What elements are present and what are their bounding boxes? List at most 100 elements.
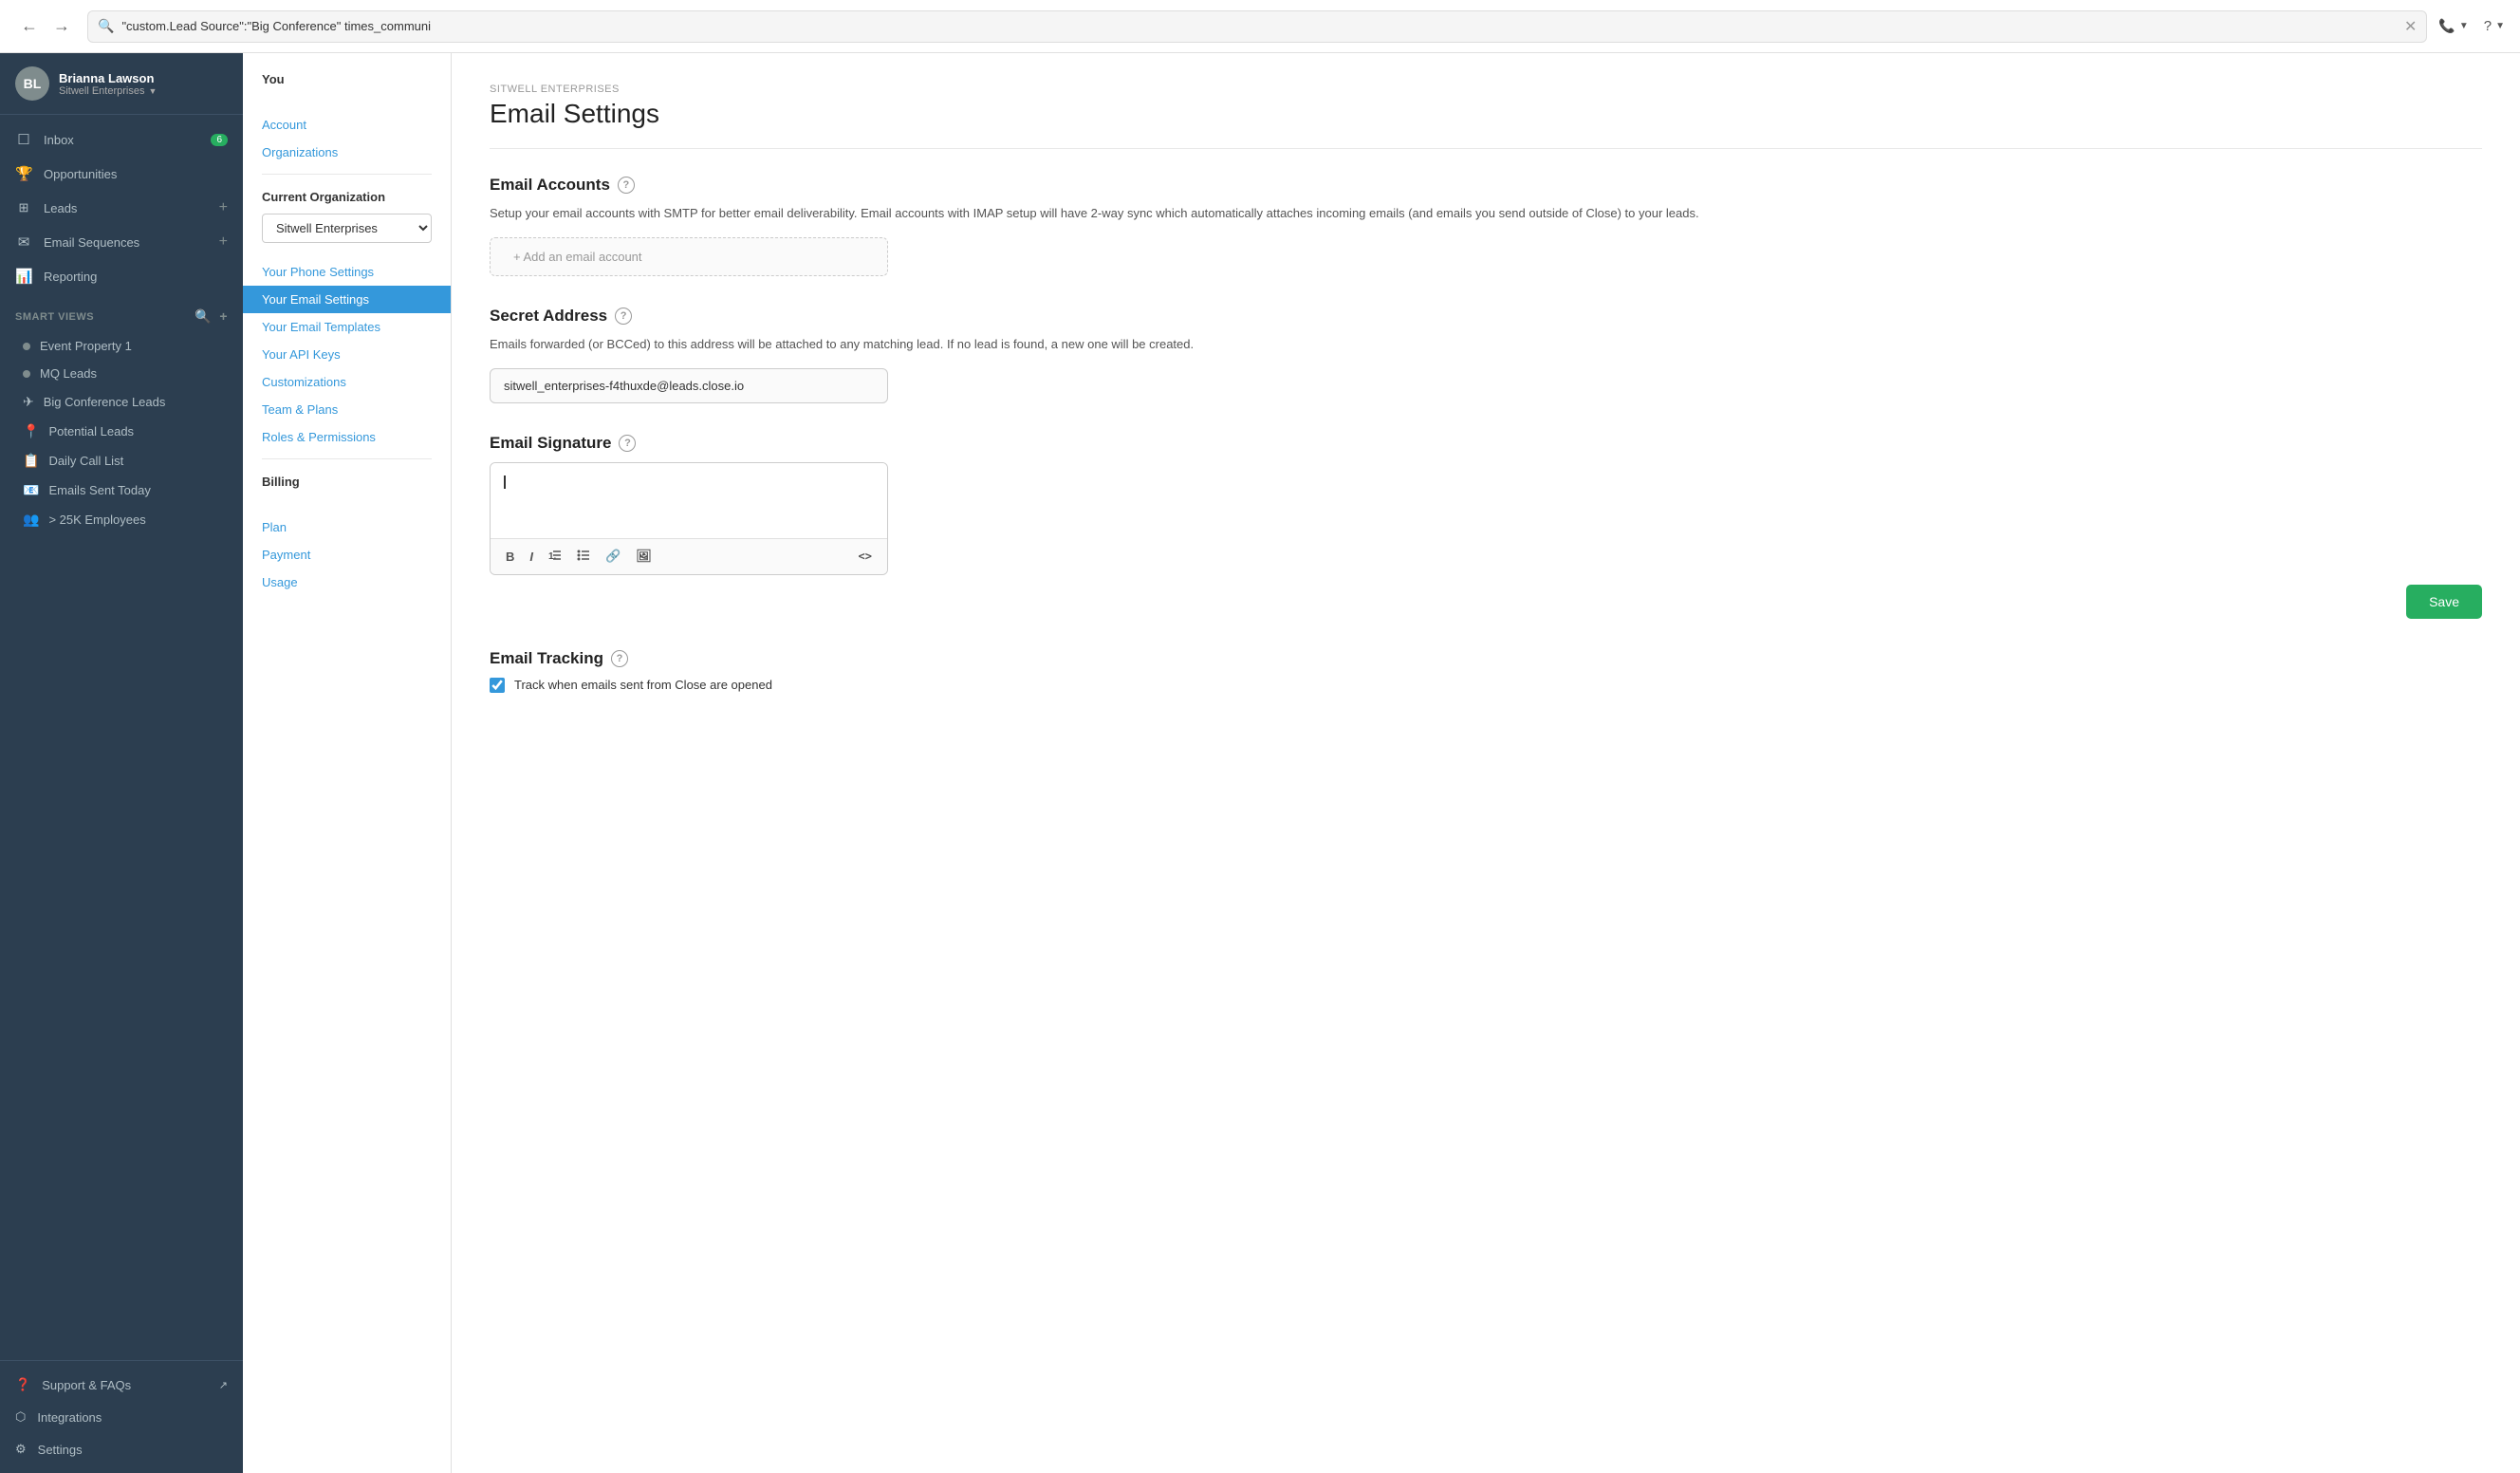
- forward-button[interactable]: →: [47, 12, 76, 40]
- email-tracking-section: Email Tracking ? Track when emails sent …: [490, 649, 2482, 693]
- smart-views-header: SMART VIEWS 🔍 +: [0, 301, 243, 332]
- tracking-row: Track when emails sent from Close are op…: [490, 678, 2482, 693]
- cursor-indicator: [504, 475, 506, 489]
- signature-toolbar: B I 1.: [491, 539, 887, 574]
- avatar: BL: [15, 66, 49, 101]
- sidebar-item-opportunities[interactable]: 🏆 Opportunities: [0, 157, 243, 191]
- unordered-list-icon: [577, 549, 590, 562]
- image-button[interactable]: 🖼: [630, 545, 658, 568]
- org-select[interactable]: Sitwell Enterprises: [262, 214, 432, 243]
- external-link-icon: ↗: [219, 1379, 228, 1391]
- sidebar-item-label: Opportunities: [44, 167, 117, 181]
- sidebar-item-reporting[interactable]: 📊 Reporting: [0, 259, 243, 293]
- you-section: You: [243, 72, 451, 111]
- email-accounts-help-icon[interactable]: ?: [618, 177, 635, 194]
- org-chevron-icon: ▼: [148, 86, 157, 96]
- secondary-sidebar: You Account Organizations Current Organi…: [243, 53, 452, 1473]
- account-link[interactable]: Account: [243, 111, 451, 139]
- plane-icon: ✈: [23, 394, 34, 410]
- smart-view-big-conference-leads[interactable]: ✈ Big Conference Leads: [0, 387, 243, 417]
- api-keys-link[interactable]: Your API Keys: [243, 341, 451, 368]
- page-title: Email Settings: [490, 99, 2482, 129]
- title-divider: [490, 148, 2482, 149]
- tracking-label: Track when emails sent from Close are op…: [514, 678, 772, 692]
- email-templates-link[interactable]: Your Email Templates: [243, 313, 451, 341]
- sidebar-item-integrations[interactable]: ⬡ Integrations: [0, 1401, 243, 1433]
- people-icon: 👥: [23, 512, 39, 528]
- save-button[interactable]: Save: [2406, 585, 2482, 619]
- dot-icon: [23, 370, 30, 378]
- payment-link[interactable]: Payment: [243, 541, 451, 569]
- search-input[interactable]: [121, 19, 2397, 33]
- email-accounts-heading: Email Accounts ?: [490, 176, 2482, 195]
- add-email-account-button[interactable]: + Add an email account: [490, 237, 888, 276]
- email-signature-section: Email Signature ? B I 1.: [490, 434, 2482, 619]
- email-settings-link[interactable]: Your Email Settings: [243, 286, 451, 313]
- ordered-list-button[interactable]: 1.: [543, 545, 567, 569]
- sidebar-bottom: ❓ Support & FAQs ↗ ⬡ Integrations ⚙ Sett…: [0, 1360, 243, 1473]
- sidebar-item-email-sequences[interactable]: ✉ Email Sequences +: [0, 225, 243, 259]
- inbox-badge: 6: [211, 134, 228, 146]
- support-icon: ❓: [15, 1377, 30, 1392]
- usage-link[interactable]: Usage: [243, 569, 451, 596]
- code-button[interactable]: <>: [853, 546, 878, 567]
- sidebar-item-label: Leads: [44, 201, 77, 215]
- sidebar-item-settings[interactable]: ⚙ Settings: [0, 1433, 243, 1465]
- email-accounts-desc: Setup your email accounts with SMTP for …: [490, 204, 2482, 224]
- signature-editor: B I 1.: [490, 462, 888, 575]
- smart-view-25k-employees[interactable]: 👥 > 25K Employees: [0, 505, 243, 534]
- phone-icon: 📞: [2438, 18, 2455, 34]
- leads-icon: ⊞: [15, 200, 32, 215]
- email-tracking-help-icon[interactable]: ?: [611, 650, 628, 667]
- smart-view-mq-leads[interactable]: MQ Leads: [0, 360, 243, 387]
- help-button[interactable]: ? ▼: [2484, 18, 2505, 34]
- plan-link[interactable]: Plan: [243, 513, 451, 541]
- italic-button[interactable]: I: [524, 546, 539, 568]
- phone-button[interactable]: 📞 ▼: [2438, 18, 2468, 34]
- bold-button[interactable]: B: [500, 546, 520, 568]
- search-clear-icon[interactable]: ✕: [2404, 17, 2417, 36]
- sidebar-item-support[interactable]: ❓ Support & FAQs ↗: [0, 1369, 243, 1401]
- inbox-icon: ☐: [15, 131, 32, 148]
- org-label: SITWELL ENTERPRISES: [490, 84, 2482, 95]
- svg-text:1.: 1.: [548, 551, 557, 562]
- add-sequence-icon[interactable]: +: [219, 233, 228, 251]
- signature-body[interactable]: [491, 463, 887, 539]
- team-plans-link[interactable]: Team & Plans: [243, 396, 451, 423]
- search-icon: 🔍: [98, 18, 114, 34]
- billing-section: Billing: [243, 475, 451, 513]
- smart-view-emails-sent-today[interactable]: 📧 Emails Sent Today: [0, 475, 243, 505]
- back-button[interactable]: ←: [15, 12, 44, 40]
- tracking-checkbox[interactable]: [490, 678, 505, 693]
- smart-view-daily-call-list[interactable]: 📋 Daily Call List: [0, 446, 243, 475]
- smart-view-potential-leads[interactable]: 📍 Potential Leads: [0, 417, 243, 446]
- roles-permissions-link[interactable]: Roles & Permissions: [243, 423, 451, 451]
- help-icon: ?: [2484, 18, 2492, 34]
- phone-settings-link[interactable]: Your Phone Settings: [243, 258, 451, 286]
- help-chevron: ▼: [2495, 21, 2505, 31]
- phone-chevron: ▼: [2459, 21, 2469, 31]
- sidebar-item-inbox[interactable]: ☐ Inbox 6: [0, 122, 243, 157]
- sidebar-item-leads[interactable]: ⊞ Leads +: [0, 191, 243, 225]
- add-lead-icon[interactable]: +: [219, 199, 228, 216]
- customizations-link[interactable]: Customizations: [243, 368, 451, 396]
- dot-icon: [23, 343, 30, 350]
- integrations-icon: ⬡: [15, 1409, 26, 1425]
- secret-address-title: Secret Address: [490, 307, 607, 326]
- opportunities-icon: 🏆: [15, 165, 32, 182]
- smart-view-event-property-1[interactable]: Event Property 1: [0, 332, 243, 360]
- link-button[interactable]: 🔗: [600, 545, 626, 568]
- unordered-list-button[interactable]: [571, 545, 596, 569]
- user-profile[interactable]: BL Brianna Lawson Sitwell Enterprises ▼: [0, 53, 243, 115]
- secret-address-help-icon[interactable]: ?: [615, 308, 632, 325]
- email-accounts-title: Email Accounts: [490, 176, 610, 195]
- divider: [262, 174, 432, 175]
- billing-label: Billing: [262, 475, 432, 489]
- add-smart-view-icon[interactable]: +: [219, 308, 228, 325]
- email-signature-help-icon[interactable]: ?: [619, 435, 636, 452]
- search-smart-views-icon[interactable]: 🔍: [195, 308, 212, 325]
- organizations-link[interactable]: Organizations: [243, 139, 451, 166]
- email-signature-title: Email Signature: [490, 434, 611, 453]
- sidebar-item-label: Email Sequences: [44, 235, 139, 250]
- secret-address-section: Secret Address ? Emails forwarded (or BC…: [490, 307, 2482, 403]
